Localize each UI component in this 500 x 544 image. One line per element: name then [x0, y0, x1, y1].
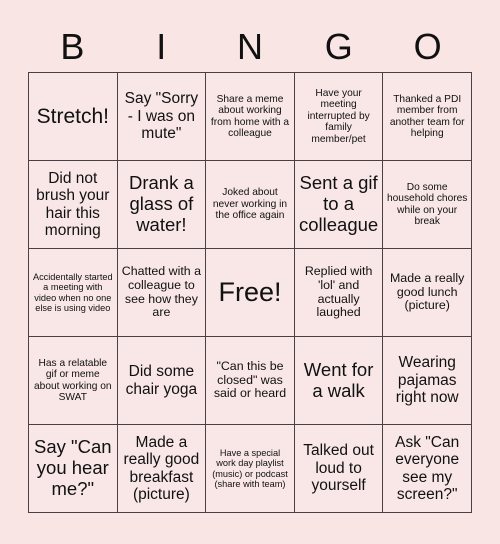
bingo-square[interactable]: Have a special work day playlist (music)…: [206, 425, 295, 513]
bingo-square-label: Drank a glass of water!: [129, 172, 194, 235]
bingo-square[interactable]: Ask "Can everyone see my screen?": [383, 425, 472, 513]
bingo-square[interactable]: Has a relatable gif or meme about workin…: [29, 337, 118, 425]
bingo-square-label: Made a really good lunch (picture): [389, 270, 465, 313]
bingo-square-label: Did not brush your hair this morning: [36, 169, 110, 239]
bingo-square[interactable]: Thanked a PDI member from another team f…: [383, 73, 472, 161]
bingo-square[interactable]: Did some chair yoga: [117, 337, 207, 425]
bingo-square-label: Thanked a PDI member from another team f…: [389, 93, 465, 139]
bingo-square[interactable]: Joked about never working in the office …: [206, 161, 295, 249]
bingo-square[interactable]: "Can this be closed" was said or heard: [206, 337, 295, 425]
bingo-square-label: Do some household chores while on your b…: [386, 181, 468, 227]
bingo-square-label: Wearing pajamas right now: [395, 354, 459, 407]
bingo-square[interactable]: Sent a gif to a colleague: [294, 161, 384, 249]
bingo-square[interactable]: Went for a walk: [294, 337, 384, 425]
header-letter-b: B: [60, 26, 85, 67]
bingo-header: B I N G O: [28, 22, 472, 72]
bingo-square-label: Has a relatable gif or meme about workin…: [34, 357, 112, 403]
bingo-square-label: Sent a gif to a colleague: [298, 172, 379, 235]
bingo-square-label: Replied with 'lol' and actually laughed: [304, 263, 373, 320]
bingo-square[interactable]: Drank a glass of water!: [117, 161, 207, 249]
bingo-square-label: Did some chair yoga: [125, 363, 198, 398]
header-letter-n: N: [236, 26, 263, 67]
bingo-square[interactable]: Made a really good breakfast (picture): [117, 425, 207, 513]
bingo-square[interactable]: Did not brush your hair this morning: [29, 161, 118, 249]
header-letter-i: I: [156, 26, 167, 67]
bingo-square-label: Have your meeting interrupted by family …: [307, 87, 370, 145]
header-letter-g: G: [324, 26, 353, 67]
bingo-square[interactable]: Replied with 'lol' and actually laughed: [294, 249, 384, 337]
bingo-square-label: Went for a walk: [303, 358, 374, 401]
bingo-square-label: Say "Can you hear me?": [34, 436, 112, 499]
bingo-square-label: Say "Sorry - I was on mute": [124, 90, 199, 143]
bingo-square-label: Free!: [218, 277, 282, 308]
bingo-square-label: Talked out loud to yourself: [303, 442, 374, 495]
bingo-square-label: Chatted with a colleague to see how they…: [121, 263, 201, 320]
header-letter-o: O: [413, 26, 442, 67]
bingo-square-label: Have a special work day playlist (music)…: [212, 447, 288, 489]
bingo-square[interactable]: Accidentally started a meeting with vide…: [29, 249, 118, 337]
bingo-square[interactable]: Say "Can you hear me?": [29, 425, 118, 513]
bingo-grid: Stretch! Say "Sorry - I was on mute" Share…: [28, 72, 472, 513]
bingo-square[interactable]: Stretch!: [29, 73, 118, 161]
bingo-card: B I N G O Stretch! Say "Sorry - I was on …: [0, 0, 500, 544]
bingo-square[interactable]: Chatted with a colleague to see how they…: [117, 249, 207, 337]
bingo-square[interactable]: Made a really good lunch (picture): [383, 249, 472, 337]
bingo-square[interactable]: Talked out loud to yourself: [294, 425, 384, 513]
bingo-square[interactable]: Have your meeting interrupted by family …: [294, 73, 384, 161]
bingo-square[interactable]: Say "Sorry - I was on mute": [117, 73, 207, 161]
bingo-square[interactable]: Wearing pajamas right now: [383, 337, 472, 425]
bingo-square-label: Made a really good breakfast (picture): [123, 433, 200, 503]
bingo-square-label: Joked about never working in the office …: [212, 187, 288, 222]
bingo-square[interactable]: Do some household chores while on your b…: [383, 161, 472, 249]
bingo-square-label: Share a meme about working from home wit…: [210, 93, 290, 139]
bingo-square-label: "Can this be closed" was said or heard: [213, 358, 287, 401]
bingo-square-free[interactable]: Free!: [206, 249, 295, 337]
bingo-square[interactable]: Share a meme about working from home wit…: [206, 73, 295, 161]
bingo-square-label: Stretch!: [36, 104, 109, 128]
bingo-square-label: Accidentally started a meeting with vide…: [32, 271, 113, 313]
bingo-square-label: Ask "Can everyone see my screen?": [395, 433, 460, 503]
